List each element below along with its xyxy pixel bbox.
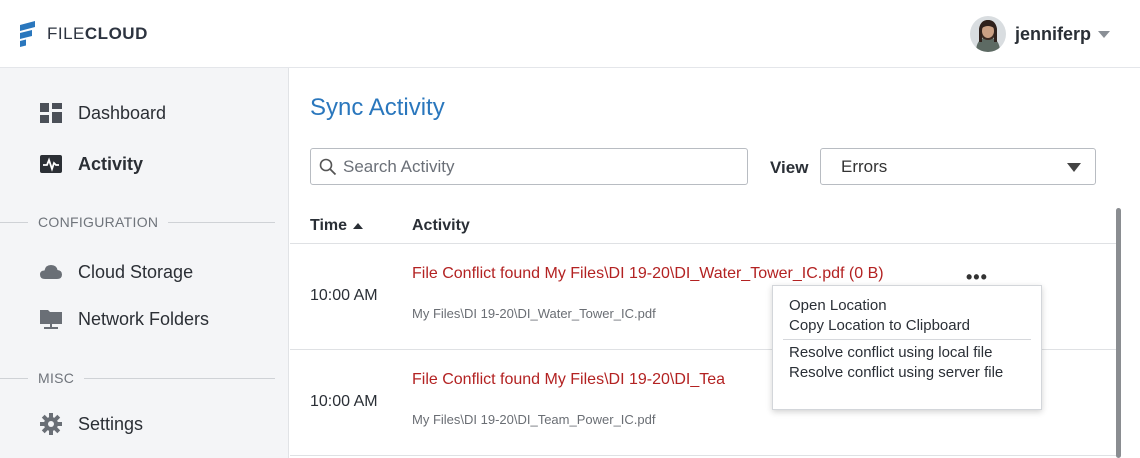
app-logo[interactable]: FILECLOUD — [18, 21, 148, 47]
cloud-icon — [40, 261, 62, 283]
gear-icon — [40, 413, 62, 435]
scrollbar[interactable] — [1116, 208, 1121, 458]
sidebar-item-activity[interactable]: Activity — [40, 153, 143, 175]
page-title: Sync Activity — [310, 94, 445, 121]
menu-item-resolve-server[interactable]: Resolve conflict using server file — [773, 363, 1041, 383]
menu-item-copy-location[interactable]: Copy Location to Clipboard — [773, 316, 1041, 336]
section-misc: MISC — [0, 370, 289, 386]
section-label: MISC — [38, 370, 75, 386]
row-activity-path: My Files\DI 19-20\DI_Water_Tower_IC.pdf — [412, 306, 656, 321]
row-time: 10:00 AM — [310, 393, 378, 410]
sidebar: Dashboard Activity CONFIGURATION Cloud S… — [0, 68, 289, 458]
view-selected-value: Errors — [841, 156, 888, 176]
filecloud-logo-icon — [20, 21, 35, 47]
sidebar-item-network-folders[interactable]: Network Folders — [40, 308, 209, 330]
sidebar-item-label: Dashboard — [78, 102, 167, 123]
row-context-menu: Open Location Copy Location to Clipboard… — [772, 285, 1042, 410]
menu-item-resolve-local[interactable]: Resolve conflict using local file — [773, 343, 1041, 363]
sidebar-item-label: Activity — [78, 153, 144, 174]
row-time: 10:00 AM — [310, 287, 378, 304]
chevron-down-icon — [1067, 163, 1081, 172]
row-activity-title[interactable]: File Conflict found My Files\DI 19-20\DI… — [412, 371, 725, 389]
view-select[interactable]: Errors — [820, 148, 1096, 185]
menu-item-open-location[interactable]: Open Location — [773, 296, 1041, 316]
chevron-down-icon[interactable] — [1098, 30, 1110, 38]
search-box[interactable] — [310, 148, 748, 185]
sidebar-item-dashboard[interactable]: Dashboard — [40, 102, 166, 124]
search-icon — [319, 158, 337, 175]
row-activity-title[interactable]: File Conflict found My Files\DI 19-20\DI… — [412, 265, 884, 283]
row-activity-path: My Files\DI 19-20\DI_Team_Power_IC.pdf — [412, 412, 656, 427]
username[interactable]: jenniferp — [1015, 24, 1091, 45]
user-avatar-icon — [969, 16, 1006, 52]
activity-icon — [40, 153, 62, 175]
column-header-activity[interactable]: Activity — [412, 217, 470, 235]
view-label: View — [770, 158, 809, 177]
sidebar-item-label: Network Folders — [78, 308, 210, 329]
column-header-time[interactable]: Time — [310, 217, 364, 235]
user-menu[interactable]: jenniferp — [969, 16, 1110, 52]
menu-divider — [783, 339, 1031, 340]
app-name: FILECLOUD — [47, 24, 148, 43]
search-input[interactable] — [343, 156, 723, 177]
network-folder-icon — [40, 308, 62, 330]
section-label: CONFIGURATION — [38, 214, 159, 230]
dashboard-icon — [40, 102, 62, 124]
column-header-label: Time — [310, 217, 348, 234]
sidebar-item-label: Cloud Storage — [78, 261, 194, 282]
avatar[interactable] — [969, 16, 1006, 52]
sidebar-item-cloud-storage[interactable]: Cloud Storage — [40, 261, 193, 283]
sidebar-item-settings[interactable]: Settings — [40, 413, 143, 435]
table-header: Time Activity — [290, 208, 1117, 244]
top-bar: FILECLOUD jenniferp — [0, 0, 1140, 68]
sort-ascending-icon — [353, 223, 364, 229]
section-configuration: CONFIGURATION — [0, 214, 289, 230]
sidebar-item-label: Settings — [78, 413, 144, 434]
